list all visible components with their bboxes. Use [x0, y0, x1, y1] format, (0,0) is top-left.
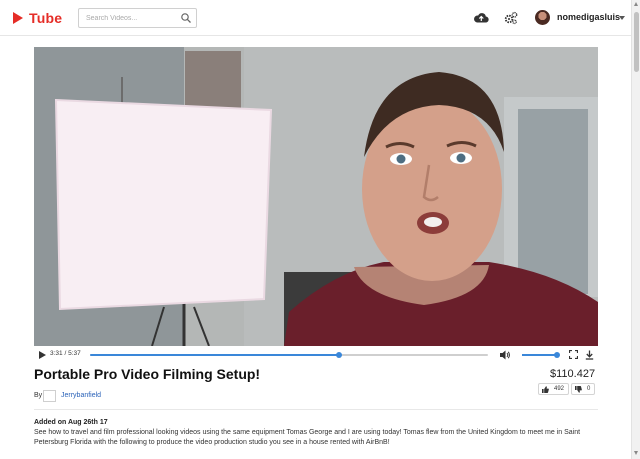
downvote-count: 0	[587, 386, 591, 392]
upload-icon[interactable]	[473, 10, 489, 26]
duration: 5:37	[68, 350, 81, 357]
upvote-count: 492	[554, 386, 565, 392]
scroll-down-icon[interactable]	[634, 451, 638, 455]
volume-handle[interactable]	[553, 352, 560, 358]
site-logo[interactable]: Tube	[13, 10, 62, 26]
seek-handle[interactable]	[336, 352, 343, 358]
seek-bar[interactable]	[90, 352, 488, 358]
current-time: 3:31	[50, 350, 63, 357]
play-icon[interactable]	[38, 351, 46, 359]
video-price: $110.427	[550, 368, 596, 380]
time-display: 3:31 / 5:37	[50, 350, 81, 357]
user-avatar[interactable]	[535, 10, 550, 25]
thumbs-up-icon	[542, 385, 549, 393]
added-date: Added on Aug 26th 17	[34, 419, 108, 426]
player-controls: 3:31 / 5:37	[34, 346, 598, 364]
search-input[interactable]	[79, 9, 179, 27]
divider	[34, 409, 598, 410]
video-player[interactable]	[34, 47, 598, 346]
search-box	[78, 8, 197, 28]
logo-text: Tube	[29, 10, 63, 26]
volume-icon[interactable]	[500, 350, 511, 360]
seek-progress	[90, 354, 340, 356]
fullscreen-icon[interactable]	[569, 350, 578, 359]
play-logo-icon	[13, 12, 23, 24]
page-scrollbar[interactable]	[631, 0, 640, 459]
volume-level	[522, 354, 557, 356]
thumbs-down-icon	[575, 385, 582, 393]
by-label: By	[34, 392, 43, 399]
channel-link[interactable]: Jerrybanfield	[61, 392, 101, 399]
username[interactable]: nomedigasluis	[557, 12, 620, 22]
scroll-up-icon[interactable]	[634, 2, 638, 6]
video-description: See how to travel and film professional …	[34, 429, 581, 446]
video-title: Portable Pro Video Filming Setup!	[34, 366, 261, 382]
downvote-button[interactable]: 0	[571, 383, 596, 395]
upvote-button[interactable]: 492	[538, 383, 570, 395]
scrollbar-thumb[interactable]	[634, 12, 639, 72]
search-icon[interactable]	[180, 12, 192, 24]
video-frame	[34, 47, 598, 346]
channel-avatar[interactable]	[43, 390, 56, 402]
volume-slider[interactable]	[522, 352, 560, 358]
download-icon[interactable]	[585, 350, 594, 360]
chevron-down-icon[interactable]	[619, 16, 625, 20]
settings-gears-icon[interactable]	[503, 10, 519, 26]
top-header: Tube nomedigasluis	[0, 0, 631, 36]
